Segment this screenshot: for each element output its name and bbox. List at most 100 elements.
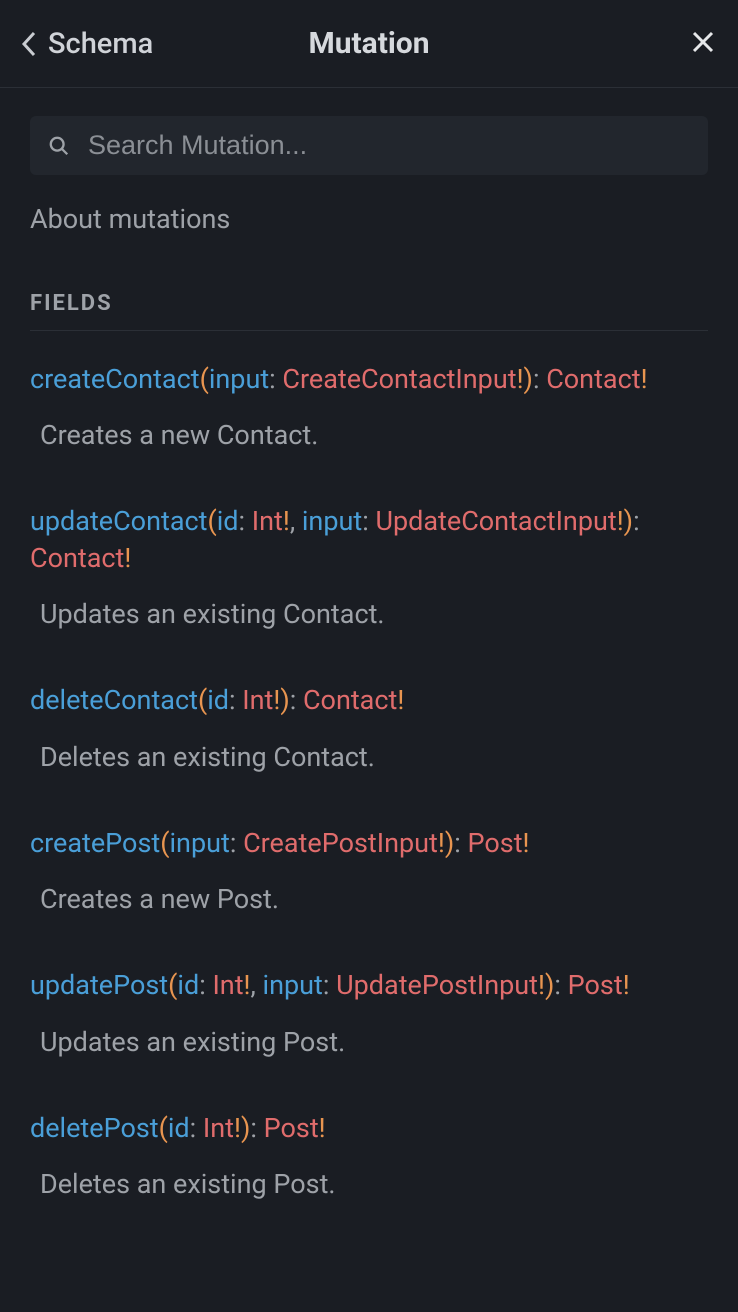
fields-list: createContact(input: CreateContactInput!… — [30, 361, 708, 1200]
arg-type[interactable]: UpdatePostInput — [336, 969, 538, 1001]
arg-name[interactable]: input — [263, 969, 323, 1001]
field-signature: deletePost(id: Int!): Post! — [30, 1110, 708, 1146]
required-bang: ! — [523, 827, 530, 859]
field-name[interactable]: createContact — [30, 363, 200, 395]
return-colon: : — [554, 969, 567, 1001]
search-icon — [48, 135, 70, 157]
colon: : — [269, 363, 282, 395]
about-mutations-link[interactable]: About mutations — [30, 203, 230, 235]
paren-open: ( — [159, 1112, 168, 1144]
field-item: createContact(input: CreateContactInput!… — [30, 361, 708, 451]
field-name[interactable]: createPost — [30, 827, 160, 859]
field-signature: updateContact(id: Int!, input: UpdateCon… — [30, 503, 708, 576]
required-bang: ! — [234, 1112, 241, 1144]
return-colon: : — [454, 827, 467, 859]
field-signature: createPost(input: CreatePostInput!): Pos… — [30, 825, 708, 861]
return-type[interactable]: Post — [264, 1112, 319, 1144]
field-item: deleteContact(id: Int!): Contact!Deletes… — [30, 682, 708, 772]
field-name[interactable]: updateContact — [30, 505, 207, 537]
arg-name[interactable]: input — [302, 505, 362, 537]
field-description: Updates an existing Post. — [30, 1026, 708, 1058]
content-area: About mutations FIELDS createContact(inp… — [0, 88, 738, 1200]
back-button[interactable]: Schema — [20, 27, 153, 61]
arg-type[interactable]: Int — [203, 1112, 234, 1144]
field-signature: updatePost(id: Int!, input: UpdatePostIn… — [30, 967, 708, 1003]
required-bang: ! — [124, 542, 131, 574]
comma: , — [290, 505, 302, 537]
field-description: Creates a new Post. — [30, 883, 708, 915]
header-bar: Schema Mutation — [0, 0, 738, 88]
back-label: Schema — [48, 27, 153, 61]
colon: : — [190, 1112, 203, 1144]
colon: : — [229, 684, 242, 716]
page-title: Mutation — [308, 26, 429, 61]
paren-open: ( — [207, 505, 216, 537]
paren-close: ) — [445, 827, 454, 859]
required-bang: ! — [244, 969, 251, 1001]
close-icon — [692, 31, 714, 53]
return-colon: : — [633, 505, 640, 537]
field-name[interactable]: deletePost — [30, 1112, 159, 1144]
required-bang: ! — [538, 969, 545, 1001]
comma: , — [251, 969, 263, 1001]
paren-open: ( — [168, 969, 177, 1001]
paren-close: ) — [624, 505, 633, 537]
required-bang: ! — [517, 363, 524, 395]
field-description: Deletes an existing Post. — [30, 1168, 708, 1200]
arg-name[interactable]: id — [168, 1112, 190, 1144]
colon: : — [323, 969, 336, 1001]
paren-close: ) — [280, 684, 289, 716]
field-signature: deleteContact(id: Int!): Contact! — [30, 682, 708, 718]
colon: : — [239, 505, 252, 537]
field-item: createPost(input: CreatePostInput!): Pos… — [30, 825, 708, 915]
required-bang: ! — [397, 684, 404, 716]
colon: : — [230, 827, 243, 859]
arg-name[interactable]: id — [177, 969, 199, 1001]
field-description: Updates an existing Contact. — [30, 598, 708, 630]
chevron-left-icon — [20, 30, 38, 58]
arg-type[interactable]: Int — [212, 969, 243, 1001]
field-description: Creates a new Contact. — [30, 419, 708, 451]
return-colon: : — [533, 363, 546, 395]
field-name[interactable]: deleteContact — [30, 684, 198, 716]
fields-heading: FIELDS — [30, 291, 708, 331]
paren-close: ) — [524, 363, 533, 395]
close-button[interactable] — [688, 25, 718, 63]
return-type[interactable]: Contact — [303, 684, 397, 716]
return-type[interactable]: Contact — [546, 363, 640, 395]
arg-name[interactable]: input — [209, 363, 269, 395]
arg-type[interactable]: Int — [252, 505, 283, 537]
paren-open: ( — [200, 363, 209, 395]
arg-name[interactable]: id — [217, 505, 239, 537]
required-bang: ! — [617, 505, 624, 537]
return-type[interactable]: Post — [468, 827, 523, 859]
field-item: updatePost(id: Int!, input: UpdatePostIn… — [30, 967, 708, 1057]
arg-type[interactable]: CreateContactInput — [282, 363, 516, 395]
field-description: Deletes an existing Contact. — [30, 741, 708, 773]
arg-type[interactable]: CreatePostInput — [243, 827, 438, 859]
arg-name[interactable]: input — [169, 827, 229, 859]
required-bang: ! — [623, 969, 630, 1001]
field-signature: createContact(input: CreateContactInput!… — [30, 361, 708, 397]
paren-open: ( — [198, 684, 207, 716]
search-box[interactable] — [30, 116, 708, 175]
search-input[interactable] — [88, 130, 690, 161]
field-item: deletePost(id: Int!): Post! Deletes an ex… — [30, 1110, 708, 1200]
paren-close: ) — [545, 969, 554, 1001]
return-type[interactable]: Contact — [30, 542, 124, 574]
field-name[interactable]: updatePost — [30, 969, 168, 1001]
field-item: updateContact(id: Int!, input: UpdateCon… — [30, 503, 708, 630]
required-bang: ! — [319, 1112, 326, 1144]
arg-type[interactable]: UpdateContactInput — [375, 505, 616, 537]
required-bang: ! — [641, 363, 648, 395]
required-bang: ! — [283, 505, 290, 537]
arg-type[interactable]: Int — [242, 684, 273, 716]
required-bang: ! — [438, 827, 445, 859]
colon: : — [362, 505, 375, 537]
return-colon: : — [250, 1112, 263, 1144]
return-colon: : — [290, 684, 303, 716]
arg-name[interactable]: id — [207, 684, 229, 716]
return-type[interactable]: Post — [568, 969, 623, 1001]
paren-close: ) — [241, 1112, 250, 1144]
colon: : — [199, 969, 212, 1001]
